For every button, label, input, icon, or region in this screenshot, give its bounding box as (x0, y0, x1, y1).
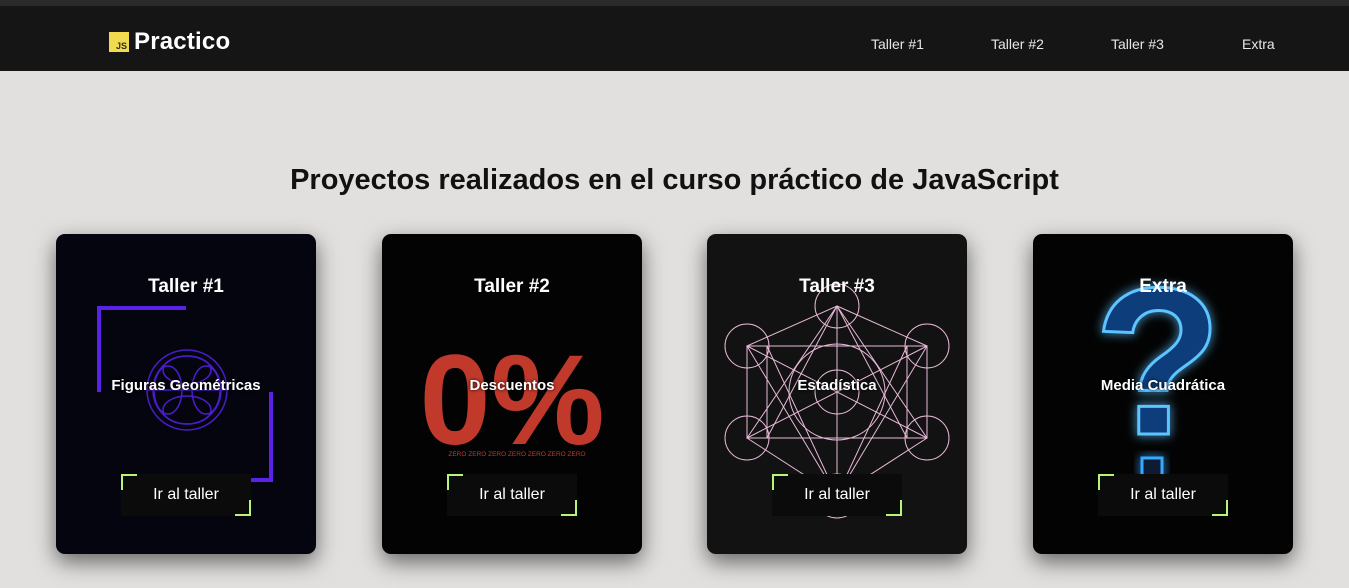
card-subtitle: Estadística (797, 377, 877, 394)
card-title: Taller #3 (799, 276, 875, 297)
corner-decoration (561, 500, 577, 516)
go-to-workshop-button[interactable]: Ir al taller (121, 474, 251, 516)
go-to-workshop-button[interactable]: Ir al taller (447, 474, 577, 516)
logo-text: Practico (134, 28, 231, 55)
logo-link[interactable]: JS Practico (109, 28, 230, 56)
corner-decoration (235, 500, 251, 516)
button-label: Ir al taller (1130, 486, 1196, 503)
project-card-taller-3: Taller #3 Estadística Ir al taller (707, 234, 967, 554)
button-label: Ir al taller (804, 486, 870, 503)
nav-link-taller-1[interactable]: Taller #1 (871, 36, 924, 52)
card-title: Taller #2 (474, 276, 550, 297)
project-card-extra: ? Extra Media Cuadrática Ir al taller (1033, 234, 1293, 554)
corner-decoration (1098, 474, 1114, 490)
js-logo-icon: JS (109, 32, 129, 52)
nav-link-extra[interactable]: Extra (1242, 36, 1275, 52)
corner-decoration (447, 474, 463, 490)
card-subtitle: Media Cuadrática (1100, 377, 1226, 394)
corner-decoration (772, 474, 788, 490)
go-to-workshop-button[interactable]: Ir al taller (772, 474, 902, 516)
button-label: Ir al taller (479, 486, 545, 503)
nav-link-taller-3[interactable]: Taller #3 (1111, 36, 1164, 52)
card-subtitle: Figuras Geométricas (111, 377, 261, 394)
button-label: Ir al taller (153, 486, 219, 503)
project-card-taller-1: Taller #1 Figuras Geométricas Ir al tall… (56, 234, 316, 554)
card-subtitle: Descuentos (469, 377, 555, 394)
project-card-taller-2: 0% ZERO ZERO ZERO ZERO ZERO ZERO ZERO Ta… (382, 234, 642, 554)
corner-decoration (121, 474, 137, 490)
card-title: Taller #1 (148, 276, 224, 297)
corner-decoration (886, 500, 902, 516)
top-navbar: JS Practico Taller #1 Taller #2 Taller #… (0, 0, 1349, 71)
corner-decoration (1212, 500, 1228, 516)
zero-caption: ZERO ZERO ZERO ZERO ZERO ZERO ZERO (448, 451, 585, 458)
card-title: Extra (1139, 276, 1187, 297)
go-to-workshop-button[interactable]: Ir al taller (1098, 474, 1228, 516)
nav-link-taller-2[interactable]: Taller #2 (991, 36, 1044, 52)
page-title: Proyectos realizados en el curso práctic… (290, 164, 1059, 196)
